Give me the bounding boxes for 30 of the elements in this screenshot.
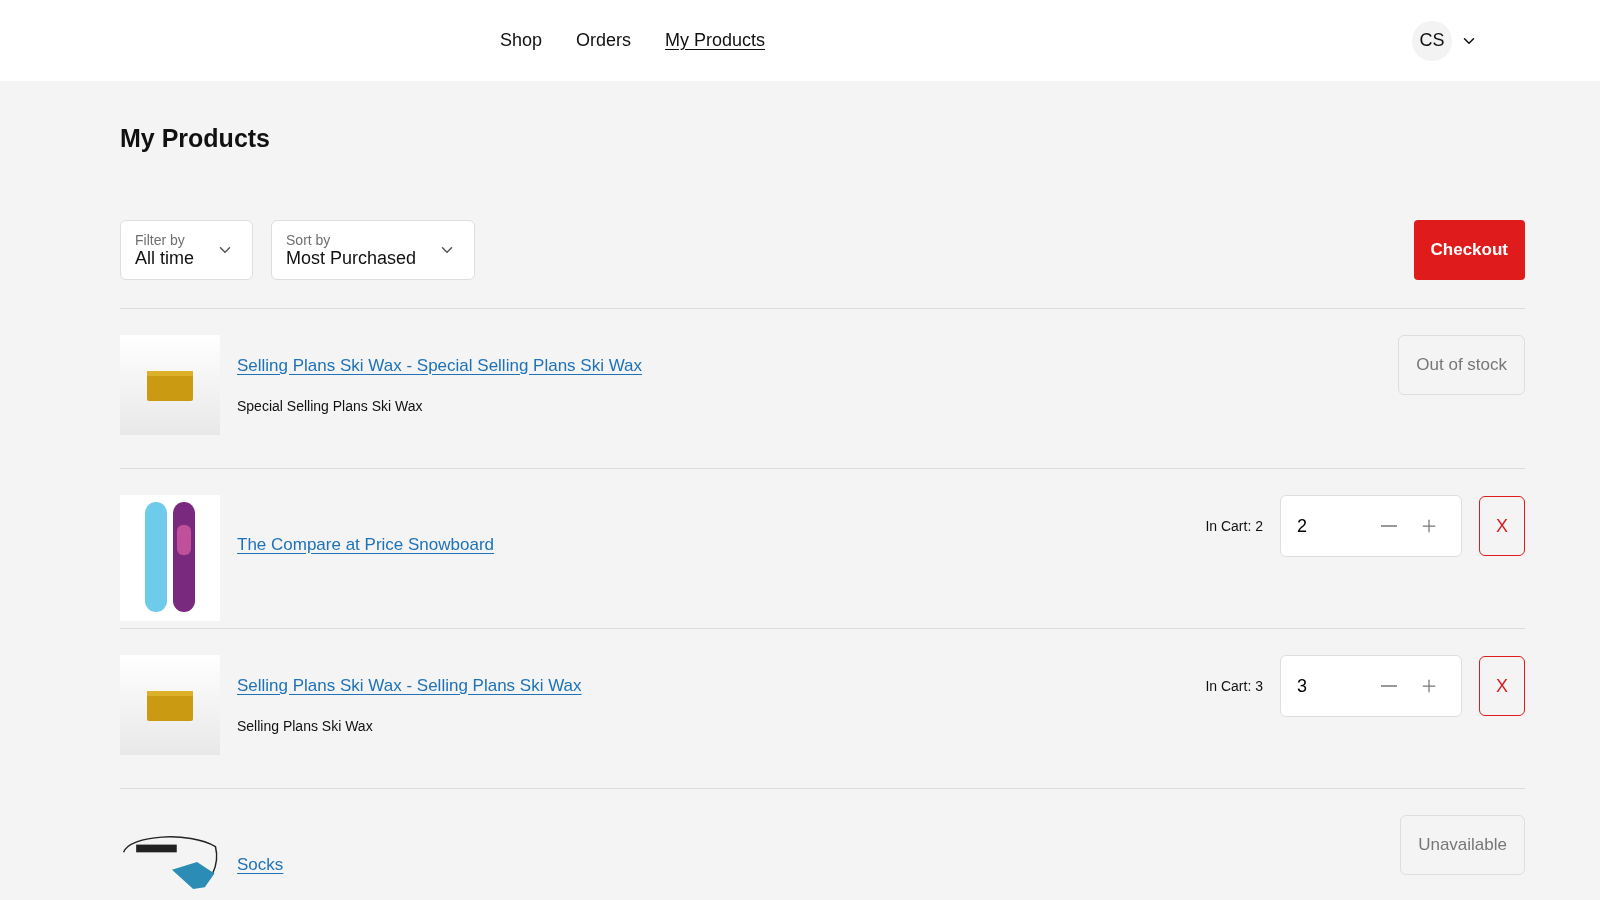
dropdown-select[interactable]: Filter by All time [120,220,253,280]
product-variant: Special Selling Plans Ski Wax [237,398,424,414]
checkout-button[interactable]: Checkout [1413,220,1525,280]
status-button[interactable]: Out of stock [1398,335,1525,395]
remove-button[interactable]: X [1479,496,1525,556]
quantity-input[interactable]: 2 [1295,514,1369,538]
product-link[interactable]: The Compare at Price Snowboard [237,535,1189,555]
quantity-stepper[interactable]: 2 [1280,495,1462,557]
account-avatar[interactable]: CS [1412,20,1452,61]
nav-link[interactable]: My Products [665,30,766,51]
nav-link[interactable]: Shop [500,30,543,51]
remove-button[interactable]: X [1479,656,1525,716]
product-link[interactable]: Selling Plans Ski Wax - Special Selling Plans Ski Wax [237,356,1382,376]
dropdown-label: Filter by [135,231,186,248]
dropdown-value: Most Purchased [286,247,417,269]
nav-link[interactable]: Orders [576,30,632,51]
quantity-stepper[interactable]: 3 [1280,655,1462,717]
quantity-input[interactable]: 3 [1295,674,1369,698]
status-button[interactable]: Unavailable [1400,815,1525,875]
dropdown-select[interactable]: Sort by Most Purchased [271,220,476,280]
minus-icon [1381,685,1397,687]
product-link[interactable]: Selling Plans Ski Wax - Selling Plans Ski Wax [237,676,1189,696]
in-cart-count: In Cart: 3 [1205,678,1263,694]
dropdown-value: All time [135,247,194,269]
minus-icon [1381,525,1397,527]
in-cart-count: In Cart: 2 [1205,518,1263,534]
page-title: My Products [120,124,272,153]
product-link[interactable]: Socks [237,855,1384,875]
dropdown-label: Sort by [286,231,332,248]
product-variant: Selling Plans Ski Wax [237,718,374,734]
